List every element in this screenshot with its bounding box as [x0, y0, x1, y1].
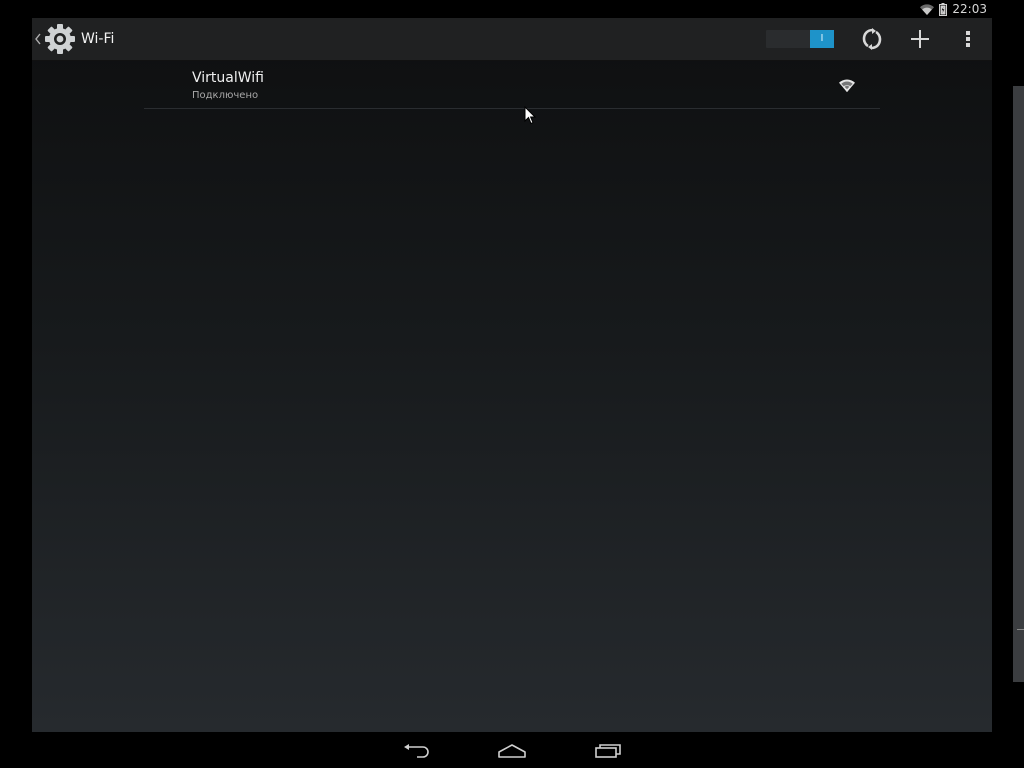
scroll-mark: [1017, 629, 1024, 630]
home-button[interactable]: [492, 738, 532, 764]
back-button[interactable]: [396, 738, 436, 764]
back-icon: [404, 744, 429, 758]
recent-apps-button[interactable]: [588, 738, 628, 764]
wifi-signal-full-icon: [839, 79, 855, 92]
mouse-pointer-icon: [524, 106, 536, 125]
add-network-icon: [911, 30, 929, 48]
page-title: Wi-Fi: [81, 31, 115, 47]
overflow-menu-icon: [966, 31, 970, 47]
home-icon: [498, 744, 526, 758]
network-list-item[interactable]: VirtualWifi Подключено: [144, 62, 880, 109]
wifi-toggle-thumb[interactable]: I: [810, 30, 834, 48]
add-network-button[interactable]: [896, 18, 944, 60]
network-name: VirtualWifi: [192, 70, 264, 86]
overflow-menu-button[interactable]: [944, 18, 992, 60]
wifi-toggle-switch[interactable]: I: [766, 30, 834, 48]
android-screen: 22:03 Wi-Fi I VirtualWifi Подключено: [0, 0, 1024, 768]
wps-button[interactable]: [848, 18, 896, 60]
up-navigation-chevron-icon[interactable]: [34, 32, 42, 46]
battery-icon: [939, 2, 948, 16]
settings-gear-icon[interactable]: [44, 23, 76, 55]
status-bar: 22:03: [0, 0, 1024, 18]
status-time: 22:03: [952, 2, 987, 16]
wifi-signal-icon: [920, 3, 935, 15]
action-bar: Wi-Fi I: [32, 18, 992, 61]
wifi-settings-app: Wi-Fi I VirtualWifi Подключено: [32, 18, 992, 732]
wps-icon: [862, 28, 882, 50]
scroll-edge-strip[interactable]: [1013, 86, 1024, 682]
status-icons: 22:03: [920, 1, 987, 17]
recent-apps-icon: [595, 744, 621, 758]
network-status: Подключено: [192, 90, 259, 101]
navigation-bar: [0, 732, 1024, 768]
